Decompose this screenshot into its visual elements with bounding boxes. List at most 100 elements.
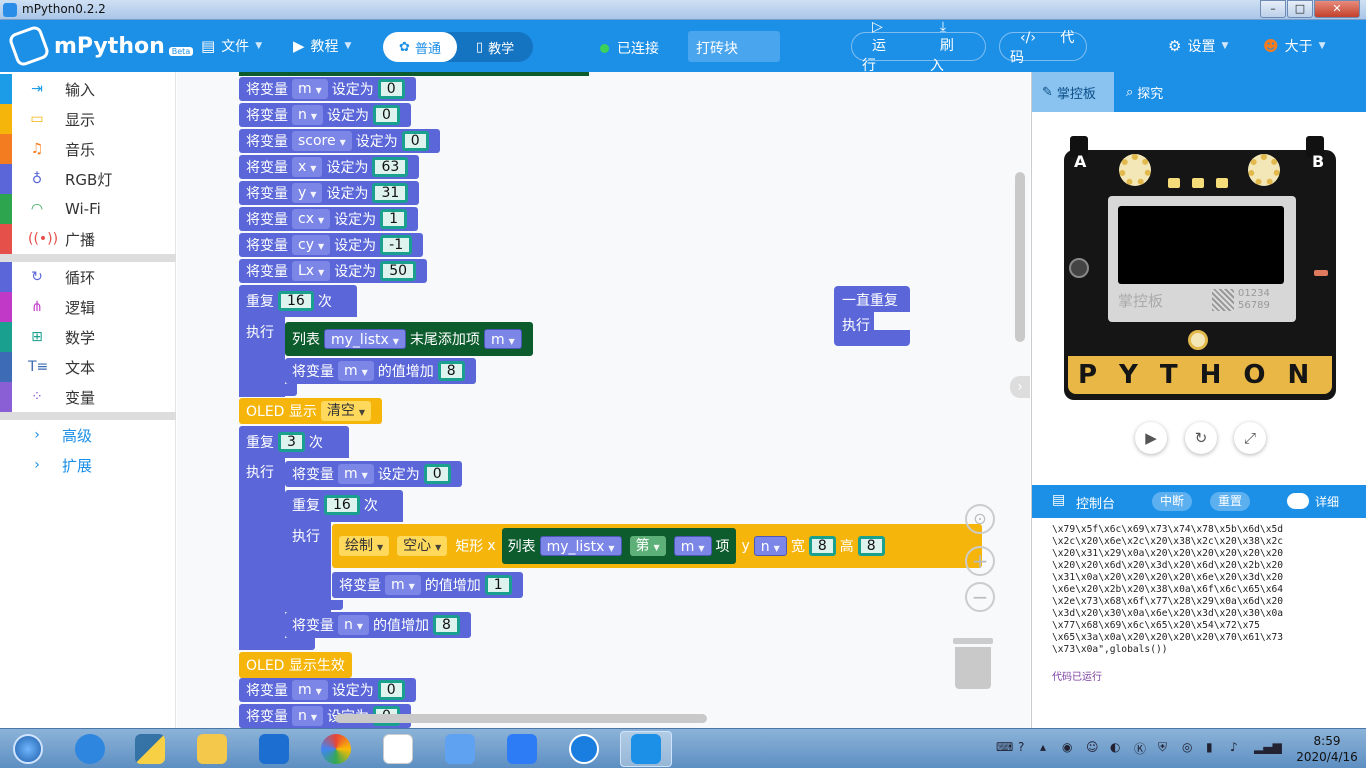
maximize-button[interactable]: □ <box>1287 0 1313 18</box>
number-input[interactable]: 0 <box>377 680 405 700</box>
var-dropdown[interactable]: m ▼ <box>338 361 374 381</box>
clock[interactable]: 8:59 2020/4/16 <box>1296 733 1358 765</box>
var-dropdown[interactable]: m ▼ <box>292 680 328 700</box>
recenter-icon[interactable]: ⊙ <box>965 504 995 534</box>
number-input[interactable]: 0 <box>401 131 429 151</box>
taskbar-mpython[interactable] <box>620 731 672 767</box>
var-dropdown[interactable]: cx ▼ <box>292 209 331 229</box>
volume-icon[interactable]: ♪ <box>1230 740 1238 754</box>
taskbar-ie[interactable] <box>64 731 116 767</box>
fullscreen-button[interactable]: ⤢ <box>1234 422 1266 454</box>
var-dropdown[interactable]: m ▼ <box>338 464 374 484</box>
connection-status[interactable]: 已连接 <box>600 38 659 58</box>
height-input[interactable]: 8 <box>857 536 885 556</box>
taskbar-explorer[interactable] <box>186 731 238 767</box>
category-wifi[interactable]: ◠ Wi-Fi <box>0 194 176 224</box>
list-dropdown[interactable]: my_listx ▼ <box>539 536 622 556</box>
number-input[interactable]: 63 <box>372 157 409 177</box>
help-icon[interactable]: ? <box>1018 740 1024 754</box>
var-dropdown[interactable]: Lx ▼ <box>292 261 331 281</box>
tab-explore[interactable]: ⌕ 探究 <box>1116 72 1173 112</box>
var-dropdown[interactable]: m ▼ <box>483 329 522 349</box>
list-dropdown[interactable]: my_listx ▼ <box>324 329 406 349</box>
filename-input[interactable]: 打砖块 <box>688 31 780 62</box>
category-display[interactable]: ▭ 显示 <box>0 104 176 134</box>
horizontal-scrollbar[interactable] <box>335 714 707 723</box>
repeat-count-input[interactable]: 16 <box>324 495 360 515</box>
number-input[interactable]: -1 <box>380 235 413 255</box>
tray-app-icon[interactable]: Ⓚ <box>1134 740 1146 757</box>
vertical-scrollbar[interactable] <box>1015 172 1025 342</box>
trash-icon[interactable] <box>953 638 993 692</box>
list-append-block[interactable]: 列表 my_listx ▼ 末尾添加项 m ▼ <box>285 322 533 356</box>
file-menu[interactable]: ▤ 文件 ▼ <box>201 20 262 72</box>
width-input[interactable]: 8 <box>808 536 836 556</box>
change-var-block[interactable]: 将变量 m ▼ 的值增加 8 <box>285 358 476 384</box>
var-dropdown[interactable]: n ▼ <box>292 105 324 125</box>
var-dropdown[interactable]: n ▼ <box>338 615 370 635</box>
category-loop[interactable]: ↻ 循环 <box>0 262 176 292</box>
set-var-block[interactable]: 将变量n▼设定为0 <box>239 103 411 127</box>
number-input[interactable]: 31 <box>372 183 409 203</box>
taskbar-python[interactable] <box>124 731 176 767</box>
mode-teach-button[interactable]: ▯ 教学 <box>457 32 533 62</box>
qq-icon[interactable]: ☺ <box>1086 740 1099 754</box>
var-dropdown[interactable]: x ▼ <box>292 157 323 177</box>
number-input[interactable]: 1 <box>484 575 512 595</box>
number-input[interactable]: 0 <box>377 79 405 99</box>
minimize-button[interactable]: – <box>1260 0 1286 18</box>
category-logic[interactable]: ⋔ 逻辑 <box>0 292 176 322</box>
draw-rect-block[interactable]: 绘制 ▼ 空心 ▼ 矩形 x 列表 my_listx ▼ 第 ▼ m ▼ 项 y n ▼ 宽 8 高 8 <box>332 524 982 568</box>
reset-board-button[interactable]: ↻ <box>1185 422 1217 454</box>
taskbar-app[interactable] <box>558 731 610 767</box>
category-variable[interactable]: ⁘ 变量 <box>0 382 176 412</box>
mode-normal-button[interactable]: ✿ 普通 <box>383 32 457 62</box>
index-mode-dropdown[interactable]: 第 ▼ <box>629 536 666 556</box>
play-button[interactable]: ▶ <box>1135 422 1167 454</box>
set-var-block[interactable]: 将变量 Lx ▼ 设定为 50 <box>239 259 428 283</box>
category-broadcast[interactable]: ((•)) 广播 <box>0 224 176 254</box>
number-input[interactable]: 50 <box>380 261 417 281</box>
detail-toggle[interactable] <box>1287 493 1309 509</box>
set-var-block[interactable]: 将变量 cy ▼ 设定为 -1 <box>239 233 424 257</box>
list-get-block[interactable]: 列表 my_listx ▼ 第 ▼ m ▼ 项 <box>501 528 736 564</box>
category-advanced[interactable]: › 高级 <box>0 420 176 450</box>
oled-mode-dropdown[interactable]: 清空 ▼ <box>320 401 372 421</box>
forever-block[interactable]: 一直重复 执行 <box>834 286 910 346</box>
var-dropdown[interactable]: cy ▼ <box>292 235 331 255</box>
change-var-block[interactable]: 将变量 m ▼ 的值增加 1 <box>332 572 523 598</box>
zoom-in-icon[interactable]: + <box>965 546 995 576</box>
number-input[interactable]: 1 <box>380 209 408 229</box>
set-var-block[interactable]: 将变量 y ▼ 设定为 31 <box>239 181 420 205</box>
var-dropdown[interactable]: y ▼ <box>292 183 323 203</box>
var-dropdown[interactable]: m ▼ <box>385 575 421 595</box>
var-dropdown[interactable]: m ▼ <box>292 79 328 99</box>
keyboard-icon[interactable]: ⌨ <box>996 740 1013 754</box>
number-input[interactable]: 0 <box>423 464 451 484</box>
taskbar-app[interactable] <box>372 731 424 767</box>
number-input[interactable]: 8 <box>433 615 460 635</box>
panel-collapse-icon[interactable]: › <box>1010 376 1030 398</box>
taskbar-app[interactable] <box>434 731 486 767</box>
number-input[interactable]: 8 <box>437 361 465 381</box>
oled-clear-block[interactable]: OLED 显示 清空 ▼ <box>239 398 383 424</box>
taskbar-wps[interactable] <box>496 731 548 767</box>
set-var-block[interactable]: 将变量 m ▼ 设定为 0 <box>239 678 416 702</box>
block-workspace[interactable]: 将变量 m ▼ 设定为 0 将变量 n ▼ 设定为 0 将变量 score ▼ 设定为 0 将变量 x ▼ 设… <box>177 72 1030 728</box>
tray-app-icon[interactable]: ◉ <box>1062 740 1072 754</box>
repeat-count-input[interactable]: 3 <box>278 432 305 452</box>
set-var-block[interactable]: 将变量 score ▼ 设定为 0 <box>239 129 440 153</box>
set-var-block[interactable]: 将变量 cx ▼ 设定为 1 <box>239 207 419 231</box>
category-math[interactable]: ⊞ 数学 <box>0 322 176 352</box>
category-extensions[interactable]: › 扩展 <box>0 450 176 480</box>
tray-app-icon[interactable]: ◐ <box>1110 740 1120 754</box>
tab-board[interactable]: ✎ 掌控板 <box>1032 72 1114 112</box>
console-reset-button[interactable]: 重置 <box>1210 492 1251 511</box>
category-text[interactable]: T≡ 文本 <box>0 352 176 382</box>
start-button[interactable] <box>0 731 56 767</box>
category-rgb[interactable]: ♁ RGB灯 <box>0 164 176 194</box>
interrupt-button[interactable]: 中断 <box>1152 492 1193 511</box>
zoom-out-icon[interactable]: − <box>965 582 995 612</box>
category-music[interactable]: ♫ 音乐 <box>0 134 176 164</box>
taskbar-browser[interactable] <box>310 731 362 767</box>
